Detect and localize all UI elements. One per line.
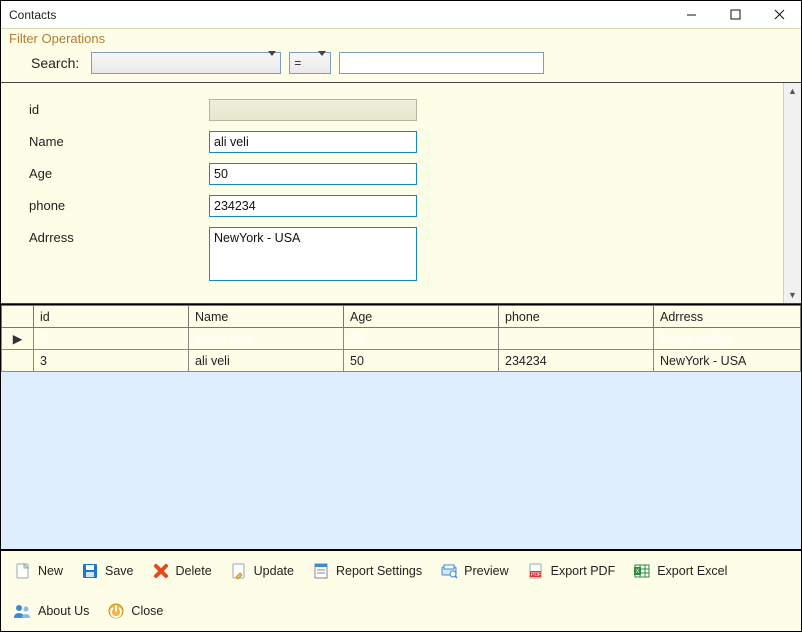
preview-icon [439, 561, 459, 581]
delete-label: Delete [176, 564, 212, 578]
scroll-up-icon: ▲ [784, 83, 801, 99]
label-phone: phone [29, 195, 209, 213]
save-label: Save [105, 564, 134, 578]
filter-legend: Filter Operations [1, 29, 801, 46]
new-button[interactable]: New [9, 557, 72, 585]
table-cell[interactable]: konya turkey [654, 328, 801, 350]
filter-operator-value: = [294, 56, 301, 70]
app-window: Contacts Filter Operations Search: = [0, 0, 802, 632]
export-excel-button[interactable]: X Export Excel [628, 557, 736, 585]
table-row[interactable]: 3ali veli50234234NewYork - USA [2, 350, 801, 372]
row-indicator [2, 350, 34, 372]
report-settings-label: Report Settings [336, 564, 422, 578]
update-icon [229, 561, 249, 581]
about-button[interactable]: About Us [9, 597, 98, 625]
filter-operator-combo[interactable]: = [289, 52, 331, 74]
preview-label: Preview [464, 564, 508, 578]
delete-icon [151, 561, 171, 581]
table-cell[interactable]: 2 [34, 328, 189, 350]
delete-button[interactable]: Delete [147, 557, 221, 585]
table-row[interactable]: ▶2ismail özel29 konya turkey [2, 328, 801, 350]
new-icon [13, 561, 33, 581]
form-scrollbar[interactable]: ▲ ▼ [783, 83, 801, 303]
label-name: Name [29, 131, 209, 149]
minimize-icon [686, 9, 697, 20]
export-excel-label: Export Excel [657, 564, 727, 578]
grid-header-id[interactable]: id [34, 306, 189, 328]
field-age[interactable] [209, 163, 417, 185]
table-cell[interactable]: 234234 [499, 350, 654, 372]
scroll-down-icon: ▼ [784, 287, 801, 303]
maximize-button[interactable] [713, 1, 757, 29]
report-settings-button[interactable]: Report Settings [307, 557, 431, 585]
close-label: Close [131, 604, 163, 618]
about-icon [13, 601, 33, 621]
label-age: Age [29, 163, 209, 181]
update-button[interactable]: Update [225, 557, 303, 585]
save-icon [80, 561, 100, 581]
grid-header-indicator[interactable] [2, 306, 34, 328]
table-cell[interactable]: 3 [34, 350, 189, 372]
table-cell[interactable]: NewYork - USA [654, 350, 801, 372]
table-cell[interactable]: 50 [344, 350, 499, 372]
export-pdf-button[interactable]: PDF Export PDF [522, 557, 625, 585]
excel-icon: X [632, 561, 652, 581]
minimize-button[interactable] [669, 1, 713, 29]
grid-header-address[interactable]: Adrress [654, 306, 801, 328]
field-id [209, 99, 417, 121]
update-label: Update [254, 564, 294, 578]
table-cell[interactable]: 29 [344, 328, 499, 350]
data-grid[interactable]: id Name Age phone Adrress ▶2ismail özel2… [1, 304, 801, 550]
grid-header-name[interactable]: Name [189, 306, 344, 328]
label-id: id [29, 99, 209, 117]
close-window-button[interactable] [757, 1, 801, 29]
pdf-icon: PDF [526, 561, 546, 581]
window-title: Contacts [1, 8, 64, 22]
table-cell[interactable] [499, 328, 654, 350]
chevron-down-icon [318, 56, 326, 70]
filter-field-combo[interactable] [91, 52, 281, 74]
filter-panel: Filter Operations Search: = [1, 29, 801, 82]
close-button[interactable]: Close [102, 597, 172, 625]
close-icon [774, 9, 785, 20]
field-phone[interactable] [209, 195, 417, 217]
about-label: About Us [38, 604, 89, 618]
field-address[interactable] [209, 227, 417, 281]
grid-empty-area [1, 372, 801, 549]
report-settings-icon [311, 561, 331, 581]
search-label: Search: [31, 55, 79, 71]
row-indicator: ▶ [2, 328, 34, 350]
svg-text:X: X [636, 569, 640, 575]
save-button[interactable]: Save [76, 557, 143, 585]
toolbar: New Save Delete Update Report Settings [1, 550, 801, 631]
grid-header-phone[interactable]: phone [499, 306, 654, 328]
field-name[interactable] [209, 131, 417, 153]
chevron-down-icon [268, 56, 276, 70]
table-cell[interactable]: ismail özel [189, 328, 344, 350]
label-address: Adrress [29, 227, 209, 245]
filter-term-input[interactable] [339, 52, 544, 74]
titlebar: Contacts [1, 1, 801, 29]
new-label: New [38, 564, 63, 578]
power-icon [106, 601, 126, 621]
svg-text:PDF: PDF [531, 572, 541, 578]
maximize-icon [730, 9, 741, 20]
table-cell[interactable]: ali veli [189, 350, 344, 372]
preview-button[interactable]: Preview [435, 557, 517, 585]
export-pdf-label: Export PDF [551, 564, 616, 578]
grid-header-row: id Name Age phone Adrress [2, 306, 801, 328]
detail-form: id Name Age phone Adrress ▲ ▼ [1, 82, 801, 304]
grid-header-age[interactable]: Age [344, 306, 499, 328]
filter-row: Search: = [1, 46, 801, 76]
